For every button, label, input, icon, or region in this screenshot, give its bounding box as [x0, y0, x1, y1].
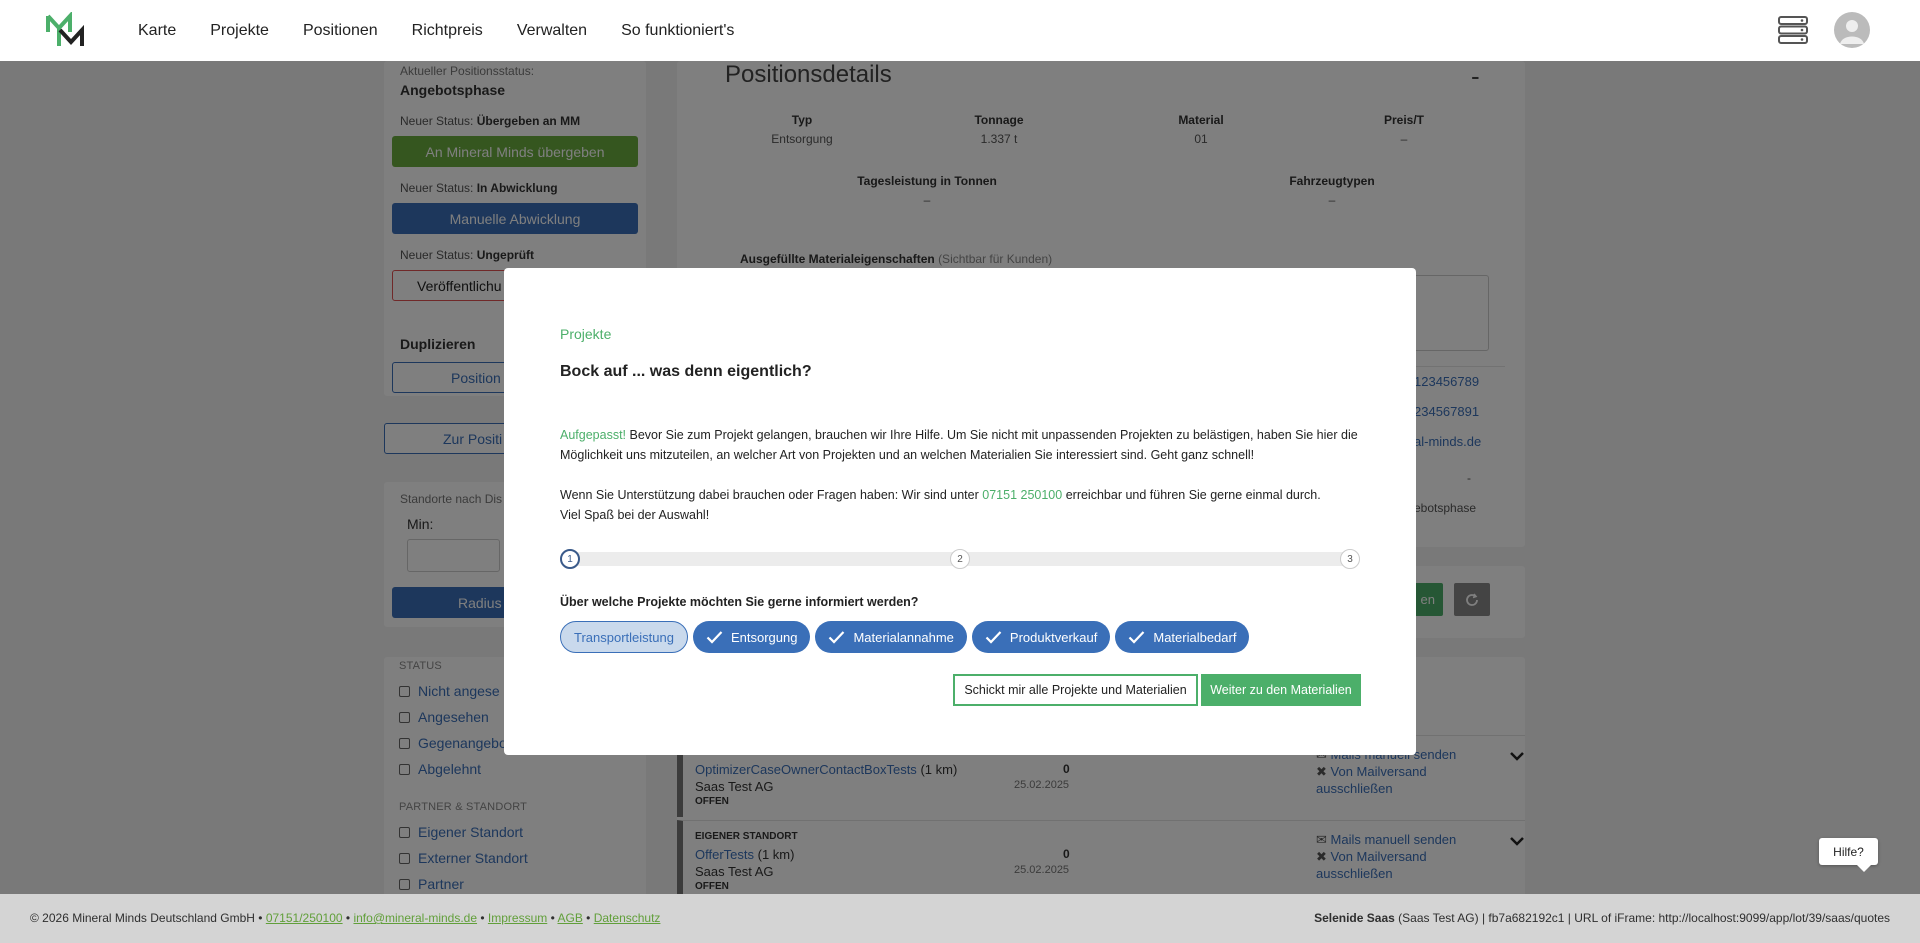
avatar-icon[interactable] [1834, 12, 1870, 48]
check-icon [829, 631, 845, 644]
modal-kicker: Projekte [560, 326, 612, 342]
check-icon [1129, 631, 1145, 644]
nav-link-projekte[interactable]: Projekte [210, 22, 269, 40]
modal-paragraph-2: Wenn Sie Unterstützung dabei brauchen od… [560, 488, 1321, 502]
modal-phone-link[interactable]: 07151 250100 [982, 488, 1062, 502]
help-button[interactable]: Hilfe? [1819, 838, 1878, 872]
modal-paragraph-3: Viel Spaß bei der Auswahl! [560, 508, 710, 522]
next-to-materials-button[interactable]: Weiter zu den Materialien [1201, 674, 1361, 706]
nav-link-karte[interactable]: Karte [138, 22, 176, 40]
chip-produktverkauf[interactable]: Produktverkauf [971, 621, 1111, 653]
nav-link-verwalten[interactable]: Verwalten [517, 22, 587, 40]
nav-links: Karte Projekte Positionen Richtpreis Ver… [138, 0, 734, 61]
modal-question: Über welche Projekte möchten Sie gerne i… [560, 595, 919, 609]
check-icon [985, 631, 1002, 644]
stepper: 1 2 3 [560, 549, 1360, 569]
send-all-button[interactable]: Schickt mir alle Projekte und Materialie… [953, 674, 1198, 706]
footer-backdrop [0, 894, 1920, 943]
nav-link-richtpreis[interactable]: Richtpreis [412, 22, 483, 40]
step-2: 2 [950, 549, 970, 569]
project-preferences-modal: Projekte Bock auf ... was denn eigentlic… [504, 268, 1416, 755]
nav-link-so-funktionierts[interactable]: So funktioniert's [621, 22, 734, 40]
chip-transportleistung[interactable]: Transportleistung [560, 621, 688, 653]
chip-materialbedarf[interactable]: Materialbedarf [1115, 621, 1250, 653]
mineral-minds-logo[interactable] [46, 12, 84, 48]
nav-link-positionen[interactable]: Positionen [303, 22, 378, 40]
project-type-chips: Transportleistung Entsorgung Materialann… [560, 621, 1250, 653]
modal-title: Bock auf ... was denn eigentlich? [560, 363, 812, 380]
chip-materialannahme[interactable]: Materialannahme [815, 621, 967, 653]
check-icon [706, 631, 723, 644]
step-1: 1 [560, 549, 580, 569]
modal-paragraph-1: Aufgepasst! Bevor Sie zum Projekt gelang… [560, 428, 1358, 462]
chip-entsorgung[interactable]: Entsorgung [692, 621, 811, 653]
step-3: 3 [1340, 549, 1360, 569]
top-navigation: Karte Projekte Positionen Richtpreis Ver… [0, 0, 1920, 61]
server-stack-icon[interactable] [1777, 15, 1809, 45]
